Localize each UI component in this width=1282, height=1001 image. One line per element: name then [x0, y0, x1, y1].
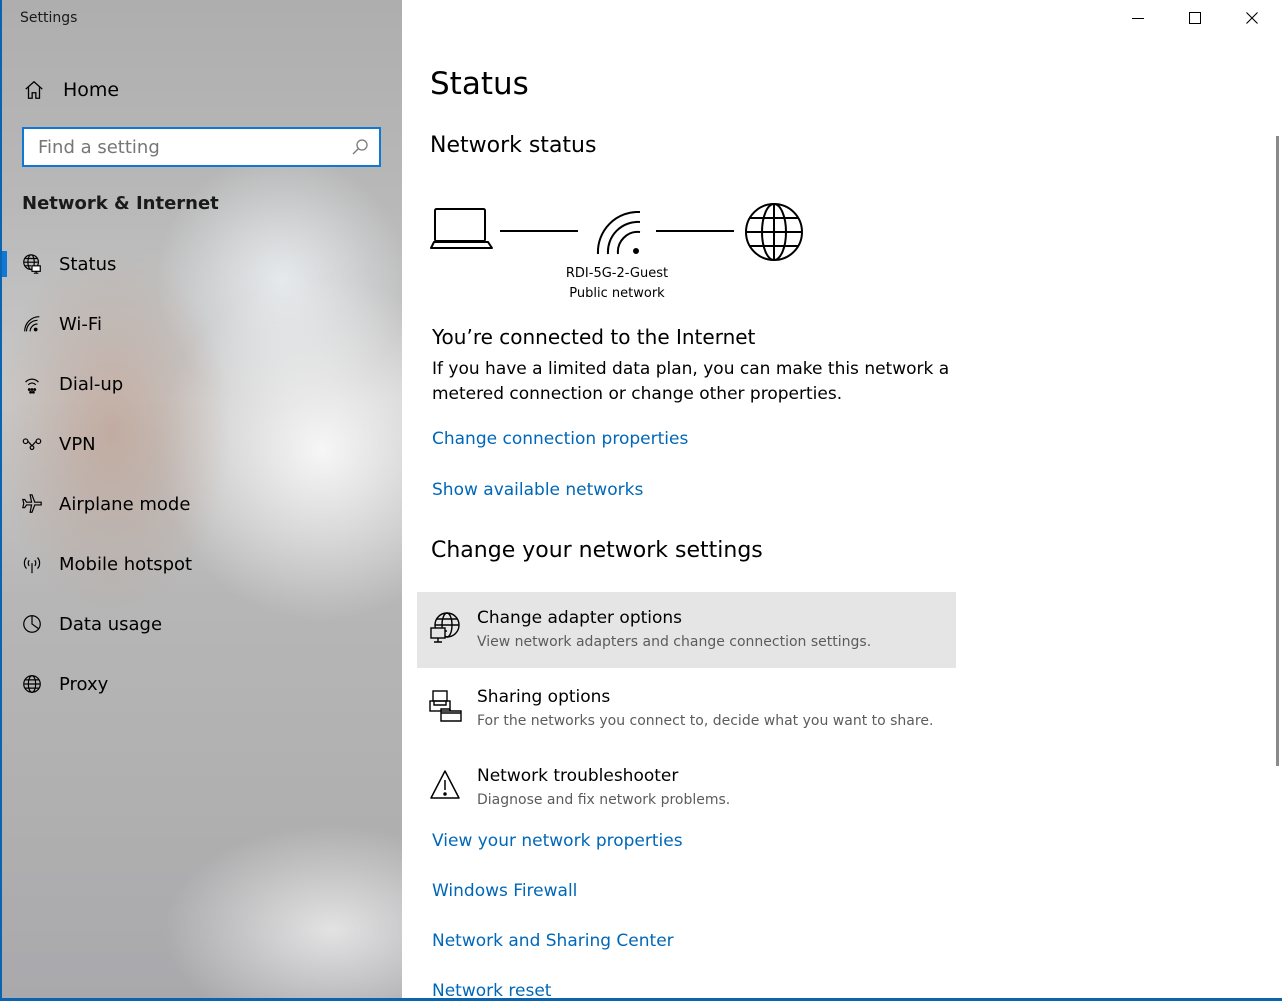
sidebar-item-data-usage[interactable]: Data usage [2, 594, 402, 654]
network-troubleshooter-item[interactable]: Network troubleshooter Diagnose and fix … [417, 750, 956, 826]
windows-firewall-link[interactable]: Windows Firewall [432, 881, 577, 901]
sidebar-item-wifi[interactable]: Wi-Fi [2, 294, 402, 354]
sidebar-item-label: Data usage [59, 613, 163, 635]
sidebar-item-label: Dial-up [59, 373, 124, 395]
search-input[interactable] [24, 129, 338, 165]
wifi-icon [596, 210, 641, 255]
adapter-icon [430, 612, 460, 643]
sidebar-item-label: Status [59, 253, 117, 275]
sidebar-item-label: VPN [59, 433, 96, 455]
minimize-button[interactable] [1115, 0, 1161, 36]
globe-status-icon [20, 252, 44, 276]
search-icon[interactable] [351, 138, 369, 156]
dialup-icon [20, 372, 44, 396]
network-status-heading: Network status [430, 133, 597, 158]
network-diagram [430, 203, 803, 261]
minimize-icon [1132, 18, 1144, 19]
option-subtitle: Diagnose and fix network problems. [477, 792, 731, 808]
main-content: Status Network status RDI-5G-2-Guest Pub… [402, 0, 1282, 1001]
option-subtitle: For the networks you connect to, decide … [477, 713, 934, 729]
scrollbar[interactable] [1276, 136, 1279, 766]
network-caption: RDI-5G-2-Guest Public network [552, 264, 682, 304]
sidebar-item-airplane[interactable]: Airplane mode [2, 474, 402, 534]
home-icon [22, 78, 46, 102]
option-title: Network troubleshooter [477, 766, 679, 786]
change-network-settings-heading: Change your network settings [431, 538, 763, 563]
hotspot-icon [20, 552, 44, 576]
option-title: Change adapter options [477, 608, 683, 628]
laptop-icon [430, 208, 493, 249]
change-connection-properties-link[interactable]: Change connection properties [432, 429, 688, 449]
change-adapter-options-item[interactable]: Change adapter options View network adap… [417, 592, 956, 668]
network-sharing-center-link[interactable]: Network and Sharing Center [432, 931, 674, 951]
app-title: Settings [20, 10, 78, 26]
airplane-icon [20, 492, 44, 516]
internet-globe-icon [745, 203, 803, 261]
sidebar-item-label: Wi-Fi [59, 313, 102, 335]
view-network-properties-link[interactable]: View your network properties [432, 831, 683, 851]
nav-list: Status Wi-Fi Dial-up VPN Airplane mode M… [2, 234, 402, 714]
home-label: Home [63, 79, 120, 101]
close-icon [1246, 12, 1258, 24]
option-subtitle: View network adapters and change connect… [477, 634, 872, 650]
section-title: Network & Internet [22, 193, 219, 214]
wifi-icon [20, 312, 44, 336]
connected-heading: You’re connected to the Internet [432, 325, 756, 349]
network-type: Public network [569, 286, 665, 301]
show-available-networks-link[interactable]: Show available networks [432, 480, 643, 500]
close-button[interactable] [1229, 0, 1275, 36]
network-name: RDI-5G-2-Guest [565, 266, 669, 281]
sidebar-item-proxy[interactable]: Proxy [2, 654, 402, 714]
window-border-left [0, 0, 2, 1001]
globe-icon [20, 672, 44, 696]
search-box[interactable] [22, 127, 381, 167]
sharing-icon [429, 690, 462, 722]
data-usage-icon [20, 612, 44, 636]
maximize-button[interactable] [1172, 0, 1218, 36]
home-nav-item[interactable]: Home [22, 76, 362, 104]
page-title: Status [430, 66, 529, 102]
sidebar: Settings Home Network & Internet Status [2, 0, 402, 998]
sidebar-item-dialup[interactable]: Dial-up [2, 354, 402, 414]
sidebar-item-label: Airplane mode [59, 493, 191, 515]
sidebar-item-vpn[interactable]: VPN [2, 414, 402, 474]
warning-icon [430, 770, 460, 799]
sidebar-item-mobile-hotspot[interactable]: Mobile hotspot [2, 534, 402, 594]
vpn-icon [20, 432, 44, 456]
sharing-options-item[interactable]: Sharing options For the networks you con… [417, 671, 956, 747]
settings-window: Settings Home Network & Internet Status [0, 0, 1282, 1001]
maximize-icon [1189, 12, 1201, 24]
sidebar-item-label: Proxy [59, 673, 109, 695]
sidebar-item-status[interactable]: Status [2, 234, 402, 294]
sidebar-item-label: Mobile hotspot [59, 553, 193, 575]
option-title: Sharing options [477, 687, 611, 707]
connected-description: If you have a limited data plan, you can… [432, 359, 950, 404]
